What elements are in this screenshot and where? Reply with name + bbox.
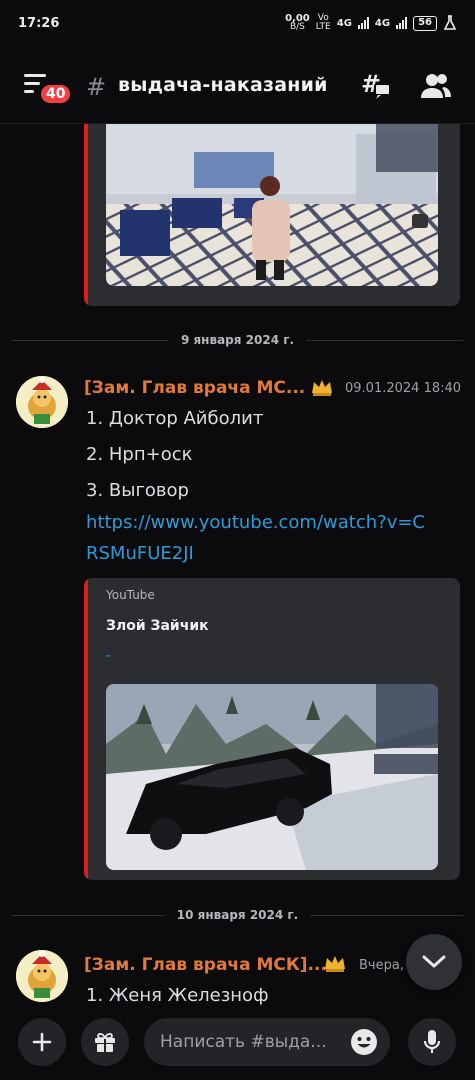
threads-icon[interactable]: # xyxy=(360,70,392,102)
crown-icon xyxy=(325,956,345,972)
message-author[interactable]: [Зам. Глав врача МС... xyxy=(84,378,305,398)
avatar[interactable] xyxy=(16,376,68,428)
message-timestamp: Вчера, xyxy=(359,958,404,973)
signal-icon-2 xyxy=(396,17,408,29)
embed-accent-bar xyxy=(84,578,88,880)
flask-icon xyxy=(443,15,457,30)
date-label: 10 января 2024 г. xyxy=(176,908,299,922)
menu-icon xyxy=(24,74,46,77)
date-divider: 10 января 2024 г. xyxy=(12,905,464,925)
mic-icon xyxy=(423,1030,441,1053)
list-item: 3. Выговор xyxy=(86,480,189,501)
scroll-to-bottom-button[interactable] xyxy=(406,934,462,990)
message-embed-previous[interactable] xyxy=(84,124,460,306)
embed-title[interactable]: Злой Зайчик xyxy=(106,618,209,634)
divider-line xyxy=(12,914,165,916)
gift-icon xyxy=(95,1033,115,1052)
avatar[interactable] xyxy=(16,950,68,1002)
embed-description: - xyxy=(106,648,112,664)
date-divider: 9 января 2024 г. xyxy=(12,330,463,350)
members-icon[interactable] xyxy=(420,72,452,100)
signal-label-1: 4G xyxy=(336,17,352,29)
list-item: 1. Женя Железноф xyxy=(86,985,269,1006)
voice-message-button[interactable] xyxy=(408,1018,456,1066)
hash-icon: # xyxy=(86,73,107,101)
crown-icon xyxy=(312,380,332,396)
message-link[interactable]: https://www.youtube.com/watch?v=CRSMuFUE… xyxy=(86,507,426,569)
menu-icon-bar xyxy=(24,82,40,85)
video-thumbnail[interactable] xyxy=(106,684,438,870)
volte-indicator: Vo LTE xyxy=(316,14,331,32)
divider-line xyxy=(310,914,464,916)
list-item: 2. Нрп+оск xyxy=(86,444,193,465)
battery-icon: 56 xyxy=(413,15,437,31)
volte-bottom: LTE xyxy=(315,22,331,32)
date-label: 9 января 2024 г. xyxy=(180,333,295,347)
youtube-embed[interactable]: YouTube Злой Зайчик - xyxy=(84,578,460,880)
emoji-icon[interactable] xyxy=(350,1028,378,1056)
channel-header: 40 # выдача-наказаний # xyxy=(0,46,475,124)
unread-badge: 40 xyxy=(38,82,74,106)
message-author[interactable]: [Зам. Глав врача МСК]... xyxy=(84,955,327,975)
signal-label-2: 4G xyxy=(374,17,391,29)
message-timestamp: 09.01.2024 18:40 xyxy=(345,381,462,396)
divider-line xyxy=(12,339,169,341)
list-item: 1. Доктор Айболит xyxy=(86,408,264,429)
channel-title: выдача-наказаний xyxy=(118,74,328,96)
chevron-down-icon xyxy=(422,955,446,968)
divider-line xyxy=(306,339,463,341)
video-thumbnail-previous[interactable] xyxy=(106,124,438,286)
net-speed: 0,00 B/S xyxy=(285,14,310,32)
plus-icon xyxy=(32,1032,52,1052)
embed-accent-bar xyxy=(84,124,88,306)
status-indicators: 0,00 B/S Vo LTE 4G 4G 56 xyxy=(285,14,457,32)
gift-button[interactable] xyxy=(81,1018,129,1066)
signal-icon xyxy=(357,17,369,29)
menu-button[interactable]: 40 xyxy=(22,70,74,106)
add-attachment-button[interactable] xyxy=(18,1018,66,1066)
menu-icon-bar xyxy=(24,90,34,93)
embed-provider[interactable]: YouTube xyxy=(106,588,155,602)
net-speed-unit: B/S xyxy=(289,22,305,32)
message-composer xyxy=(0,1010,475,1080)
status-bar: 17:26 0,00 B/S Vo LTE 4G 4G 56 xyxy=(0,0,475,46)
status-time: 17:26 xyxy=(18,15,60,31)
